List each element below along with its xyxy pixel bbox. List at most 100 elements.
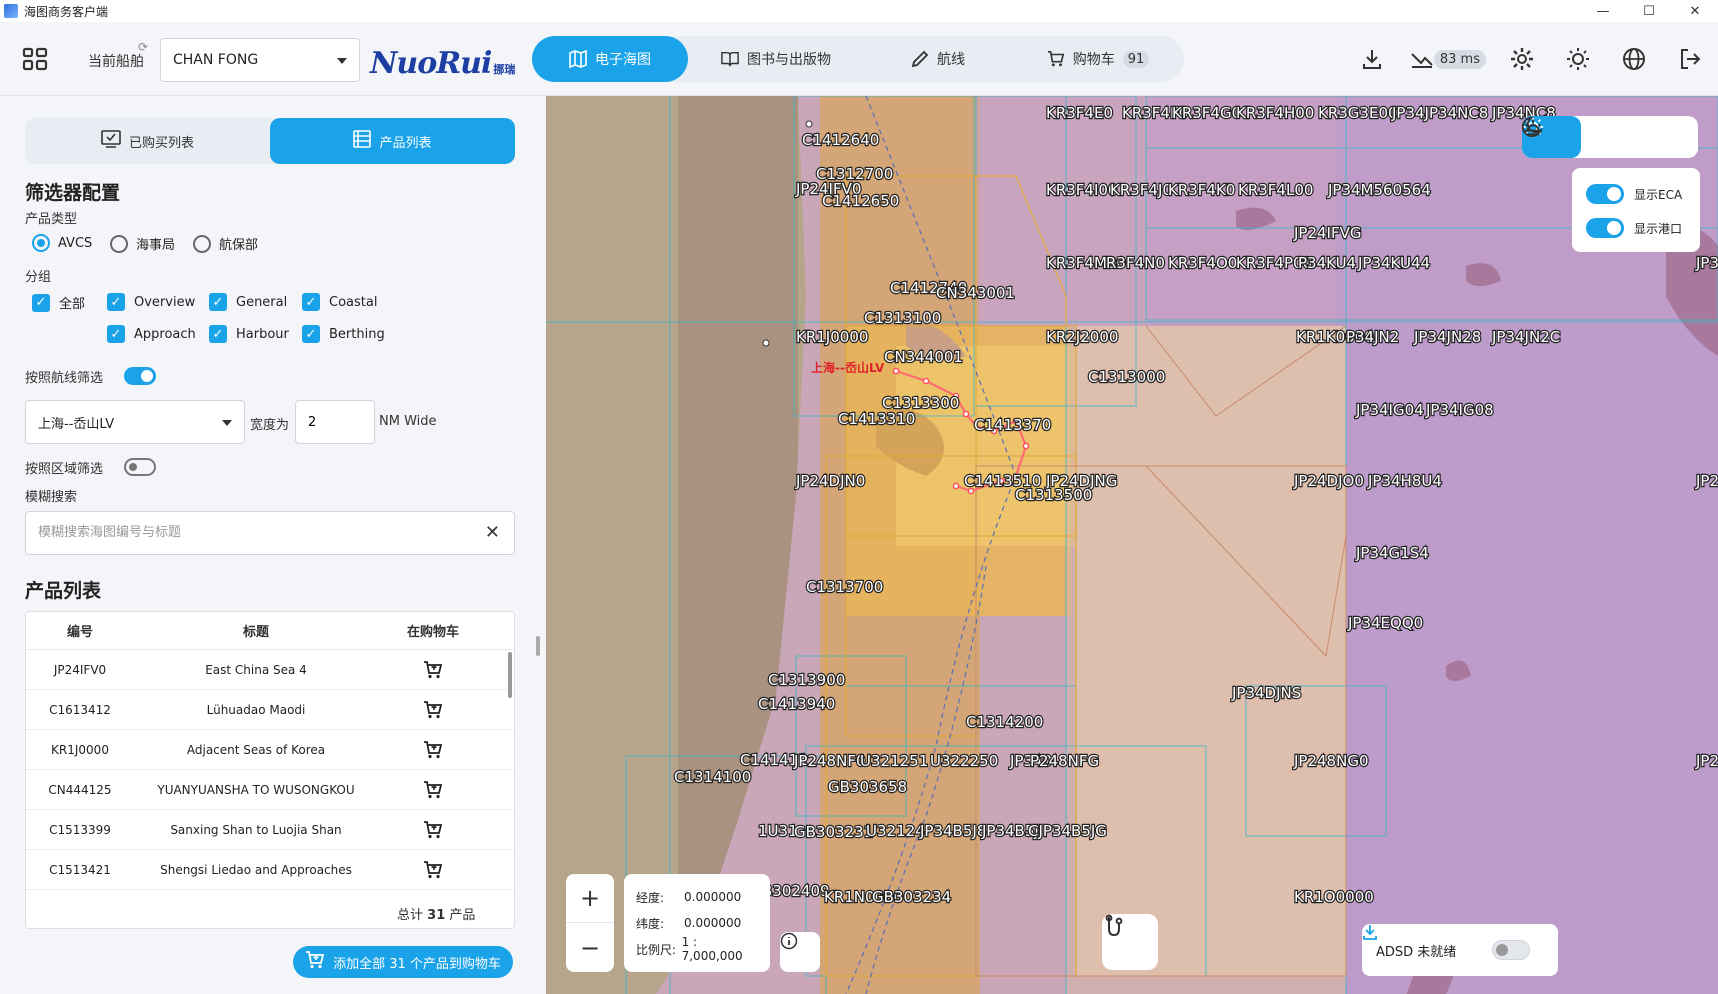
night-theme-moon-icon[interactable] [1522,116,1698,158]
chart-cell-label[interactable]: KR3F4O0 [1167,253,1239,273]
add-all-to-cart-button[interactable]: 添加全部 31 个产品到购物车 [293,946,513,978]
ship-select[interactable]: CHAN FONG [160,38,360,82]
chart-cell-label[interactable]: KR3G3E00 [1317,103,1399,123]
settings-gear-icon[interactable] [1494,22,1550,96]
dusk-theme-sunset-icon[interactable] [1523,116,1640,158]
chart-cell-label[interactable]: KR2J2000 [1045,327,1120,347]
add-to-cart-icon[interactable] [378,820,488,839]
chart-cell-label[interactable]: C1313500 [1014,485,1094,505]
chart-cell-label[interactable]: KR1J0000 [795,327,870,347]
tab-purchased-list[interactable]: 已购买列表 [25,118,270,164]
search-input[interactable] [26,512,466,552]
chart-cell-label[interactable]: U321251 [859,751,930,771]
chart-cell-label[interactable]: JP24DJN0 [794,471,867,491]
refresh-icon[interactable]: ⟳ [138,40,148,54]
table-row[interactable]: JP24IFV0 East China Sea 4 [26,650,514,690]
nav-routes[interactable]: 航线 [864,36,1012,82]
table-row[interactable]: C1513421 Shengsi Liedao and Approaches [26,850,514,890]
info-icon[interactable] [780,932,820,972]
chart-cell-label[interactable]: JP34JN28 [1412,327,1483,347]
radio-avcs[interactable]: AVCS [32,234,92,252]
minimize-button[interactable]: — [1580,0,1626,22]
panel-splitter[interactable] [536,636,540,656]
add-to-cart-icon[interactable] [378,700,488,719]
chart-cell-label[interactable]: JP34JP34NC8 [1390,103,1490,123]
chart-cell-label[interactable]: CN343001 [935,283,1016,303]
zoom-out-button[interactable]: − [566,923,614,972]
chart-cell-label[interactable]: C1313900 [767,670,847,690]
chart-cell-label[interactable]: 1U31 [757,821,799,841]
chart-cell-label[interactable]: KR3F4L00 [1237,180,1315,200]
grid-menu-icon[interactable] [22,46,48,72]
nav-cart[interactable]: 购物车 91 [1012,36,1184,82]
chart-cell-label[interactable]: JP34EQQ0 [1346,613,1425,633]
table-scrollbar[interactable] [508,652,512,698]
table-row[interactable]: KR1J0000 Adjacent Seas of Korea [26,730,514,770]
chart-cell-label[interactable]: JP2 [1694,751,1718,771]
close-icon[interactable]: ✕ [485,522,500,543]
chart-cell-label[interactable]: C1413310 [837,409,917,429]
checkbox-general[interactable]: ✓ General [209,293,287,311]
radio-navigation-guarantee[interactable]: 航保部 [193,234,258,253]
chart-cell-label[interactable]: U32124 [865,821,926,841]
chart-cell-label[interactable]: KR3F4G0 [1171,103,1243,123]
chart-cell-label[interactable]: P34KU4 [1297,253,1357,273]
chart-cell-label[interactable]: KR3F4E0 [1045,103,1114,123]
chart-cell-label[interactable]: JP248NF0 [792,751,867,771]
sun-icon[interactable] [1550,22,1606,96]
chart-cell-label[interactable]: CJP34B5JG [1027,821,1108,841]
close-button[interactable]: ✕ [1672,0,1718,22]
chart-cell-label[interactable]: JP248NG0 [1292,751,1370,771]
chart-cell-label[interactable]: GB303231 [793,822,875,842]
chart-cell-label[interactable]: JP34JN2C [1490,327,1562,347]
table-row[interactable]: CN444125 YUANYUANSHA TO WUSONGKOU [26,770,514,810]
globe-icon[interactable] [1606,22,1662,96]
nav-books-publications[interactable]: 图书与出版物 [688,36,864,82]
add-to-cart-icon[interactable] [378,780,488,799]
add-to-cart-icon[interactable] [378,740,488,759]
chart-cell-label[interactable]: JP34B5J8 [918,821,988,841]
chart-cell-label[interactable]: JP34H8U4 [1366,471,1443,491]
area-filter-toggle[interactable] [124,458,156,476]
checkbox-coastal[interactable]: ✓ Coastal [302,293,377,311]
chart-cell-label[interactable]: KR1O0000 [1293,887,1375,907]
chart-cell-label[interactable]: JP24IFVG [1292,223,1363,243]
chart-cell-label[interactable]: C1413370 [973,415,1053,435]
chart-cell-label[interactable]: C1313000 [1087,367,1167,387]
chart-cell-label[interactable]: C1313700 [805,577,885,597]
chart-cell-label[interactable]: C1314100 [673,767,753,787]
download-icon[interactable] [1344,22,1400,96]
chart-cell-label[interactable]: C1413940 [757,694,837,714]
chart-cell-label[interactable]: KR3F4K0 [1167,180,1237,200]
chart-map[interactable]: 上海--岙山LV KR3F4E0 KR3F4F0 KR3F4G0 KR3F4H00 KR… [546,96,1718,994]
chart-cell-label[interactable]: U322250 [929,751,1000,771]
tab-product-list[interactable]: 产品列表 [270,118,515,164]
chart-cell-label[interactable]: JP34IG04 [1354,400,1425,420]
radio-msa[interactable]: 海事局 [110,234,175,253]
route-filter-toggle[interactable] [124,367,156,385]
chart-cell-label[interactable]: JP24DJO0 [1292,471,1365,491]
checkbox-overview[interactable]: ✓ Overview [107,293,195,311]
chart-cell-label[interactable]: B302409 [761,881,831,901]
chart-cell-label[interactable]: KR3F4J0 [1109,180,1173,200]
chart-cell-label[interactable]: JP3 [1694,253,1718,273]
checkbox-berthing[interactable]: ✓ Berthing [302,325,385,343]
chart-cell-label[interactable]: R3F4N0 [1105,253,1166,273]
width-input[interactable] [295,400,375,444]
chart-cell-label[interactable]: JP34DJNS [1230,683,1303,703]
add-to-cart-icon[interactable] [378,860,488,879]
chart-cell-label[interactable]: CN344001 [883,347,964,367]
chart-cell-label[interactable]: GB303658 [827,777,909,797]
route-tool-icon[interactable] [1102,914,1158,970]
chart-cell-label[interactable]: KR3F4H00 [1235,103,1316,123]
adsd-toggle[interactable] [1492,940,1531,960]
chart-cell-label[interactable]: C1412650 [821,191,901,211]
add-to-cart-icon[interactable] [378,660,488,679]
chart-cell-label[interactable]: C1412640 [801,130,881,150]
logout-icon[interactable] [1662,22,1718,96]
chart-cell-label[interactable]: P34JN2 [1345,327,1401,347]
nav-electronic-charts[interactable]: 电子海图 [532,36,688,82]
checkbox-approach[interactable]: ✓ Approach [107,325,196,343]
route-select[interactable]: 上海--岙山LV [25,400,245,444]
chart-cell-label[interactable]: P248NFG [1029,751,1101,771]
